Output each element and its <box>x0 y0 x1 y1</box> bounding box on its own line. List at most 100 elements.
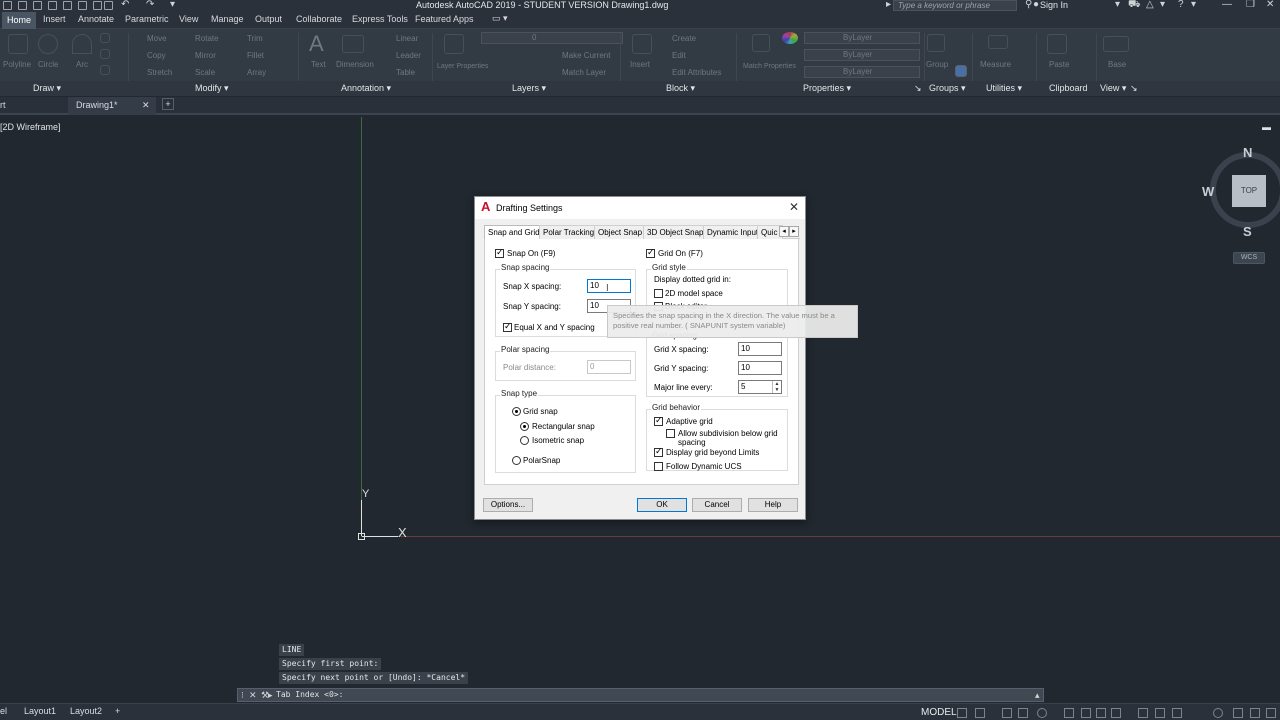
user-icon[interactable]: ● <box>1033 0 1039 10</box>
fillet-label[interactable]: Fillet <box>247 51 264 60</box>
dropdown-icon[interactable]: ▾ <box>1115 0 1120 10</box>
web-icon[interactable] <box>63 1 72 10</box>
ribbon-tab-collaborate[interactable]: Collaborate <box>296 14 342 24</box>
help-button[interactable]: Help <box>748 498 798 512</box>
layer-dropdown[interactable]: 0 <box>481 32 623 44</box>
measure-icon[interactable] <box>988 35 1008 49</box>
object-snap-tracking-icon[interactable] <box>1081 708 1091 718</box>
doc-tab-start[interactable]: rt <box>0 100 6 110</box>
panel-utilities[interactable]: Utilities ▾ <box>986 83 1022 94</box>
match-properties-icon[interactable] <box>752 34 770 52</box>
color-dropdown[interactable]: ByLayer <box>804 32 920 44</box>
new-tab-button[interactable]: + <box>162 98 174 110</box>
print-icon[interactable] <box>104 1 113 10</box>
doc-tab-drawing1[interactable]: Drawing1* ✕ <box>68 97 156 115</box>
tab-scroll-right-icon[interactable]: ▸ <box>789 226 799 237</box>
viewcube-top-face[interactable]: TOP <box>1232 175 1266 207</box>
restore-icon[interactable]: ❐ <box>1246 0 1255 10</box>
ortho-icon[interactable] <box>1018 708 1028 718</box>
ribbon-tab-parametric[interactable]: Parametric <box>125 14 169 24</box>
isometric-snap-radio[interactable] <box>520 436 529 445</box>
cancel-button[interactable]: Cancel <box>692 498 742 512</box>
rectangle-icon[interactable] <box>100 33 110 43</box>
close-tab-icon[interactable]: ✕ <box>142 100 150 111</box>
insert-block-icon[interactable] <box>632 34 652 54</box>
grid-x-spacing-input[interactable]: 10 <box>738 342 782 356</box>
equal-xy-spacing-checkbox[interactable] <box>503 321 512 332</box>
ribbon-toggle-icon[interactable]: ▭ ▾ <box>492 13 508 24</box>
arc-icon[interactable] <box>72 34 92 54</box>
search-arrow-icon[interactable]: ▸ <box>886 0 891 10</box>
share-icon[interactable] <box>78 1 87 10</box>
panel-clipboard[interactable]: Clipboard <box>1049 83 1088 93</box>
object-snap-icon[interactable] <box>1096 708 1106 718</box>
model-space-toggle[interactable]: MODEL <box>921 707 957 718</box>
panel-block[interactable]: Block ▾ <box>666 83 695 94</box>
polar-tracking-icon[interactable] <box>1037 708 1047 718</box>
edit-block-label[interactable]: Edit <box>672 51 686 60</box>
text-icon[interactable]: A <box>309 31 324 57</box>
workspace-gear-icon[interactable] <box>1213 708 1223 718</box>
search-input[interactable]: Type a keyword or phrase <box>893 0 1017 11</box>
polarsnap-radio[interactable] <box>512 456 521 465</box>
make-current-label[interactable]: Make Current <box>562 51 610 60</box>
rotate-label[interactable]: Rotate <box>195 34 219 43</box>
dropdown-icon[interactable]: ▾ <box>1160 0 1165 10</box>
model-space-checkbox[interactable] <box>654 289 663 298</box>
add-layout-button[interactable]: + <box>115 706 120 716</box>
layout-tab-model[interactable]: el <box>0 706 7 716</box>
mirror-label[interactable]: Mirror <box>195 51 216 60</box>
close-window-icon[interactable]: ✕ <box>1266 0 1274 10</box>
create-block-label[interactable]: Create <box>672 34 696 43</box>
tab-snap-and-grid[interactable]: Snap and Grid <box>484 225 544 240</box>
command-input[interactable]: Tab Index <0>: <box>276 689 343 701</box>
dialog-title-bar[interactable]: A Drafting Settings ✕ <box>475 197 805 219</box>
redo-icon[interactable]: ↷ <box>146 0 154 10</box>
polar-distance-input[interactable]: 0 <box>587 360 631 374</box>
dimension-icon[interactable] <box>342 35 364 53</box>
leader-label[interactable]: Leader <box>396 51 421 60</box>
group-select-icon[interactable] <box>955 65 967 77</box>
viewcube-north[interactable]: N <box>1243 145 1252 160</box>
snap-on-checkbox[interactable] <box>495 247 504 258</box>
tab-dynamic-input[interactable]: Dynamic Input <box>703 225 763 239</box>
auto-scale-icon[interactable] <box>1155 708 1165 718</box>
sign-in-link[interactable]: Sign In <box>1040 0 1068 10</box>
layer-properties-icon[interactable] <box>444 34 464 54</box>
tab-3d-object-snap[interactable]: 3D Object Snap <box>643 225 708 239</box>
undo-icon[interactable]: ↶ <box>121 0 129 10</box>
cart-icon[interactable]: ⛟ <box>1128 0 1141 12</box>
viewport-minimize-icon[interactable]: ▬ <box>1262 122 1272 132</box>
layout-tab-layout2[interactable]: Layout2 <box>70 706 102 716</box>
panel-properties[interactable]: Properties ▾ <box>803 83 851 94</box>
panel-view[interactable]: View ▾ <box>1100 83 1126 94</box>
ribbon-tab-output[interactable]: Output <box>255 14 282 24</box>
panel-expand-icon[interactable]: ↘ <box>1130 83 1138 94</box>
snap-mode-icon[interactable] <box>975 708 985 718</box>
command-history-toggle-icon[interactable]: ▴ <box>1035 689 1040 701</box>
annotation-scale-icon[interactable] <box>1172 708 1182 718</box>
match-layer-label[interactable]: Match Layer <box>562 68 606 77</box>
paste-icon[interactable] <box>1047 34 1067 54</box>
region-icon[interactable] <box>100 65 110 75</box>
options-button[interactable]: Options... <box>483 498 533 512</box>
major-line-input[interactable]: 5 ▲ ▼ <box>738 380 782 394</box>
tab-scroll-left-icon[interactable]: ◂ <box>779 226 789 237</box>
scale-label[interactable]: Scale <box>195 68 215 77</box>
hatch-icon[interactable] <box>100 49 110 59</box>
linetype-dropdown[interactable]: ByLayer <box>804 49 920 61</box>
save-as-icon[interactable] <box>48 1 57 10</box>
display-beyond-limits-checkbox[interactable] <box>654 446 663 457</box>
color-wheel-icon[interactable] <box>782 32 798 44</box>
grid-snap-radio[interactable] <box>512 407 521 416</box>
follow-dynamic-ucs-checkbox[interactable] <box>654 462 663 471</box>
minimize-icon[interactable]: — <box>1222 0 1232 10</box>
panel-groups[interactable]: Groups ▾ <box>929 83 966 94</box>
ribbon-tab-manage[interactable]: Manage <box>211 14 244 24</box>
lineweight-icon[interactable] <box>1111 708 1121 718</box>
save-icon[interactable] <box>33 1 42 10</box>
lineweight-dropdown[interactable]: ByLayer <box>804 66 920 78</box>
plot-icon[interactable] <box>93 1 102 10</box>
annotation-visibility-icon[interactable] <box>1138 708 1148 718</box>
customize-icon[interactable] <box>1266 708 1276 718</box>
